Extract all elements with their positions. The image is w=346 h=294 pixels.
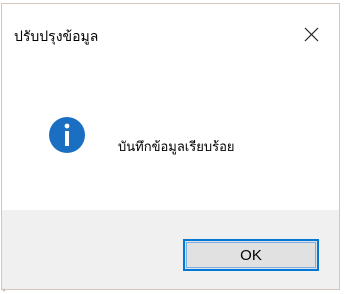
ok-button-label: OK — [240, 246, 262, 264]
dialog-message: บันทึกข้อมูลเรียบร้อย — [118, 140, 235, 155]
screen-edge-artifact — [2, 288, 6, 292]
info-icon — [49, 117, 85, 153]
dialog-title: ปรับปรุงข้อมูล — [14, 29, 99, 45]
message-dialog: ปรับปรุงข้อมูล บันทึกข้อมูลเรียบร้อย OK — [1, 3, 340, 290]
close-icon — [304, 27, 319, 42]
dialog-content: บันทึกข้อมูลเรียบร้อย — [2, 64, 339, 212]
dialog-button-area: OK — [2, 210, 339, 289]
close-button[interactable] — [293, 4, 339, 64]
dialog-titlebar[interactable]: ปรับปรุงข้อมูล — [2, 4, 339, 64]
ok-button[interactable]: OK — [183, 239, 319, 271]
